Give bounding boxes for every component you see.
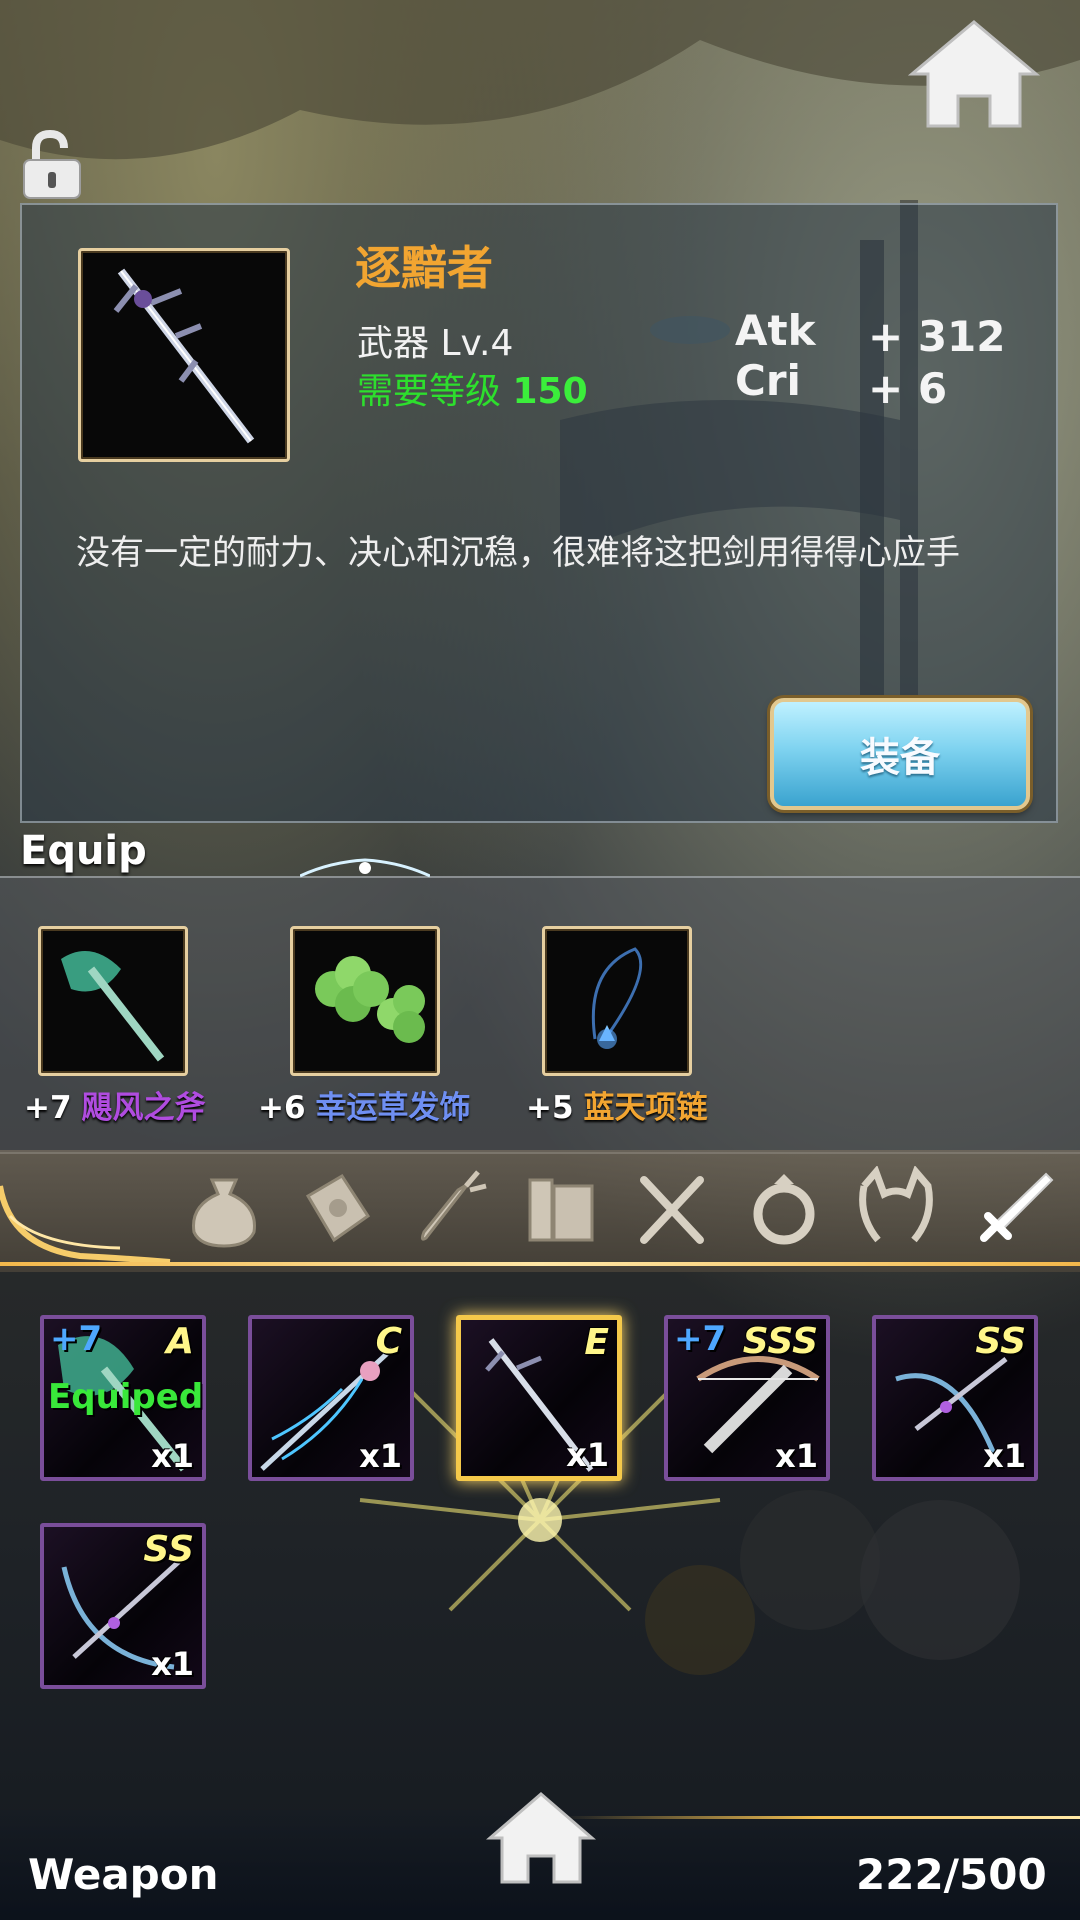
equipped-label-axe: +7 飓风之斧	[24, 1082, 206, 1127]
equipped-slot-clover[interactable]	[290, 926, 440, 1076]
item-count: x1	[983, 1437, 1026, 1475]
tabbar-wing-ornament	[0, 1185, 171, 1265]
book-icon[interactable]	[518, 1166, 602, 1250]
stat-cri-label: Cri	[735, 356, 801, 405]
equipped-plus: +7	[24, 1090, 72, 1126]
equipped-badge: Equiped	[48, 1377, 204, 1417]
equipped-label-necklace: +5 蓝天项链	[526, 1082, 708, 1127]
utensils-icon[interactable]	[630, 1166, 714, 1250]
home-icon[interactable]	[486, 1790, 596, 1886]
axe-icon	[61, 951, 165, 1062]
equipped-name: 幸运草发饰	[315, 1090, 471, 1126]
stat-cri-value: + 6	[868, 364, 948, 413]
unlock-icon[interactable]	[20, 128, 84, 200]
item-portrait	[78, 248, 290, 462]
inventory-slot[interactable]: +7 SSS x1	[664, 1315, 830, 1481]
headband-icon[interactable]	[854, 1166, 938, 1250]
item-count: x1	[151, 1645, 194, 1683]
sword-icon	[113, 268, 255, 444]
item-description: 没有一定的耐力、决心和沉稳，很难将这把剑用得得心应手	[76, 533, 960, 573]
category-name: Weapon	[28, 1850, 219, 1899]
equip-button[interactable]: 装备	[770, 698, 1030, 810]
equipped-slot-necklace[interactable]	[542, 926, 692, 1076]
item-count: x1	[566, 1436, 609, 1474]
tabbar-divider	[0, 1262, 1080, 1266]
clover-icon	[315, 956, 425, 1043]
equipped-slot-axe[interactable]	[38, 926, 188, 1076]
item-grade: SSS	[742, 1321, 818, 1362]
inventory-slot-selected[interactable]: E x1	[456, 1315, 622, 1481]
required-level: 需要等级 150	[357, 362, 588, 414]
item-grade: C	[375, 1321, 402, 1362]
inventory-capacity: 222/500	[856, 1850, 1047, 1899]
required-level-label: 需要等级	[357, 371, 502, 412]
bottom-divider	[560, 1816, 1080, 1819]
item-type-level: 武器 Lv.4	[357, 323, 514, 364]
item-enhance-level: +7	[50, 1319, 103, 1359]
item-count: x1	[359, 1437, 402, 1475]
carrot-icon[interactable]	[406, 1166, 490, 1250]
item-grade: A	[166, 1321, 194, 1362]
required-level-value: 150	[512, 371, 588, 412]
equipped-name: 蓝天项链	[583, 1090, 708, 1126]
ornament-icon	[300, 858, 430, 878]
item-grade: SS	[975, 1321, 1026, 1362]
equip-section-title: Equip	[20, 828, 147, 874]
item-grade: E	[584, 1322, 609, 1363]
bag-icon[interactable]	[182, 1166, 266, 1250]
stat-atk-label: Atk	[735, 306, 816, 355]
inventory-slot[interactable]: +7 A Equiped x1	[40, 1315, 206, 1481]
home-icon[interactable]	[908, 18, 1040, 130]
inventory-slot[interactable]: SS x1	[40, 1523, 206, 1689]
equipped-plus: +5	[526, 1090, 574, 1126]
item-name: 逐黯者	[355, 241, 493, 295]
ring-icon[interactable]	[742, 1166, 826, 1250]
equipped-name: 飓风之斧	[81, 1090, 206, 1126]
equipped-plus: +6	[258, 1090, 306, 1126]
equipped-label-clover: +6 幸运草发饰	[258, 1082, 471, 1127]
item-count: x1	[775, 1437, 818, 1475]
item-count: x1	[151, 1437, 194, 1475]
scroll-icon[interactable]	[294, 1166, 378, 1250]
inventory-slot[interactable]: SS x1	[872, 1315, 1038, 1481]
inventory-slot[interactable]: C x1	[248, 1315, 414, 1481]
necklace-icon	[591, 947, 643, 1049]
item-grade: SS	[143, 1529, 194, 1570]
stat-atk-value: + 312	[868, 312, 1006, 361]
sword-tab-icon[interactable]	[972, 1166, 1056, 1250]
item-enhance-level: +7	[674, 1319, 727, 1359]
